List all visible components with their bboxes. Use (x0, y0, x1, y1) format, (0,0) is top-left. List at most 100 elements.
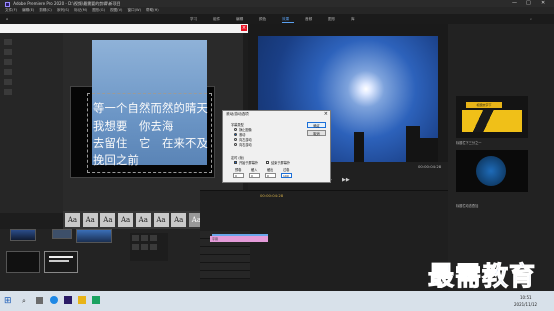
step-forward-icon[interactable]: ▶▶ (342, 177, 350, 183)
menu-item[interactable]: 帮助(H) (146, 7, 159, 14)
preroll-label: 预卷 (235, 168, 242, 172)
workspace-tab[interactable]: 编辑 (236, 14, 243, 24)
start-offscreen-label: 开始于屏幕外 (239, 161, 259, 165)
option-still-radio[interactable] (234, 128, 237, 131)
premiere-taskbar-icon[interactable] (64, 296, 72, 304)
track-header[interactable] (200, 271, 250, 279)
menu-item[interactable]: 序列(S) (57, 7, 69, 14)
task-view-icon[interactable] (36, 297, 43, 304)
graphic-template-lower-third[interactable]: 标题文字下 (456, 96, 528, 138)
graphic-template-label: 标题栏下三分之一 (456, 141, 482, 145)
workspace-tab[interactable]: 组件 (213, 14, 220, 24)
workspace-tab[interactable]: 库 (351, 14, 355, 24)
building-silhouette (420, 138, 438, 162)
menu-bar: 文件(F) 编辑(E) 剪辑(C) 序列(S) 标记(M) 图形(G) 视图(V) 窗口(W)… (0, 7, 554, 14)
media-thumbnail[interactable] (10, 229, 36, 241)
menu-item[interactable]: 图形(G) (92, 7, 105, 14)
end-offscreen-checkbox[interactable] (266, 161, 269, 164)
menu-item[interactable]: 窗口(W) (127, 7, 141, 14)
title-clip[interactable]: 字幕 (210, 236, 268, 242)
ease-in-field[interactable]: 0 (249, 173, 260, 178)
tool-select-icon[interactable] (4, 39, 12, 45)
tool-palette (130, 233, 168, 261)
title-bar: Adobe Premiere Pro 2020 - D:\视频\最需要的剪辑\新… (0, 0, 554, 7)
ok-button[interactable]: 确定 (307, 122, 326, 128)
explorer-icon[interactable] (78, 296, 86, 304)
app-icon (5, 1, 10, 7)
tool-pen-icon[interactable] (4, 79, 12, 85)
media-thumbnail[interactable] (6, 251, 40, 273)
menu-item[interactable]: 编辑(E) (22, 7, 34, 14)
window-title: Adobe Premiere Pro 2020 - D:\视频\最需要的剪辑\新… (13, 1, 121, 6)
building-silhouette (406, 126, 420, 162)
workspace-tab[interactable]: 学习 (190, 14, 197, 24)
menu-item[interactable]: 标记(M) (74, 7, 87, 14)
home-icon[interactable]: ⌂ (6, 14, 8, 24)
title-text-line-4[interactable]: 挽回之前 (93, 152, 139, 168)
postroll-field[interactable]: 100 (281, 173, 292, 178)
option-crawl-right-label: 向右游动 (239, 143, 252, 147)
title-style-swatch[interactable]: Aa (100, 213, 116, 227)
title-style-swatch[interactable]: Aa (171, 213, 187, 227)
graphic-template-label: 标题栏动态叠加 (456, 204, 479, 208)
option-crawl-left-radio[interactable] (234, 138, 237, 141)
legacy-title-close-button[interactable]: × (241, 25, 247, 31)
browser-icon[interactable] (50, 296, 58, 304)
option-crawl-right-radio[interactable] (234, 143, 237, 146)
clock-date: 2021/11/12 (514, 302, 538, 307)
search-icon[interactable]: ⌕ (530, 14, 532, 24)
building-silhouette (354, 132, 364, 162)
track-header[interactable] (200, 263, 250, 271)
menu-item[interactable]: 剪辑(C) (39, 7, 52, 14)
title-style-swatch[interactable]: Aa (153, 213, 169, 227)
title-style-swatch[interactable]: Aa (135, 213, 151, 227)
tool-icon[interactable] (132, 235, 139, 241)
workspace-tab[interactable]: 颜色 (259, 14, 266, 24)
ease-in-label: 缓入 (251, 168, 258, 172)
title-style-swatch[interactable]: Aa (82, 213, 98, 227)
close-button[interactable]: ✕ (541, 0, 545, 7)
option-roll-radio[interactable] (234, 133, 237, 136)
ease-out-field[interactable]: 0 (265, 173, 276, 178)
active-tab-underline (282, 22, 294, 23)
template-preview (476, 156, 506, 186)
media-thumbnail[interactable] (44, 251, 78, 273)
title-text-line-1[interactable]: 等一个自然而然的晴天 (93, 100, 208, 116)
tool-icon[interactable] (150, 235, 157, 241)
tool-icon[interactable] (141, 244, 148, 250)
title-text-line-2[interactable]: 我想要 你去海 (93, 118, 173, 134)
graphic-template-overlay[interactable] (456, 150, 528, 192)
media-thumbnail[interactable] (52, 229, 72, 239)
postroll-label: 过卷 (283, 168, 290, 172)
tool-rectangle-icon[interactable] (4, 89, 12, 95)
track-header[interactable] (200, 247, 250, 255)
maximize-button[interactable]: □ (526, 0, 531, 7)
media-thumbnail[interactable] (76, 229, 112, 243)
timeline-timecode: 00:00:04:28 (260, 193, 284, 198)
tool-type-icon[interactable] (4, 59, 12, 65)
title-style-swatch[interactable]: Aa (118, 213, 134, 227)
tool-icon[interactable] (150, 244, 157, 250)
cancel-button[interactable]: 取消 (307, 130, 326, 136)
ease-out-label: 缓出 (267, 168, 274, 172)
title-style-swatch[interactable]: Aa (65, 213, 80, 227)
dialog-close-icon[interactable]: × (324, 111, 328, 117)
menu-item[interactable]: 文件(F) (5, 7, 17, 14)
premiere-window: Adobe Premiere Pro 2020 - D:\视频\最需要的剪辑\新… (0, 0, 554, 311)
app-icon[interactable] (92, 296, 100, 304)
tool-icon[interactable] (141, 235, 148, 241)
legacy-title-titlebar: × (0, 24, 250, 33)
tool-rotate-icon[interactable] (4, 49, 12, 55)
workspace-tab[interactable]: 图形 (328, 14, 335, 24)
preroll-field[interactable]: 0 (233, 173, 244, 178)
tool-vertical-type-icon[interactable] (4, 69, 12, 75)
title-text-line-3[interactable]: 去留住 它 在来不及 (93, 135, 208, 151)
search-icon[interactable]: ⌕ (22, 297, 26, 306)
start-offscreen-checkbox[interactable] (234, 161, 237, 164)
tool-icon[interactable] (132, 244, 139, 250)
start-icon[interactable]: ⊞ (4, 296, 12, 306)
minimize-button[interactable]: — (512, 0, 517, 7)
workspace-tab[interactable]: 音频 (305, 14, 312, 24)
track-header[interactable] (200, 255, 250, 263)
menu-item[interactable]: 视图(V) (110, 7, 122, 14)
